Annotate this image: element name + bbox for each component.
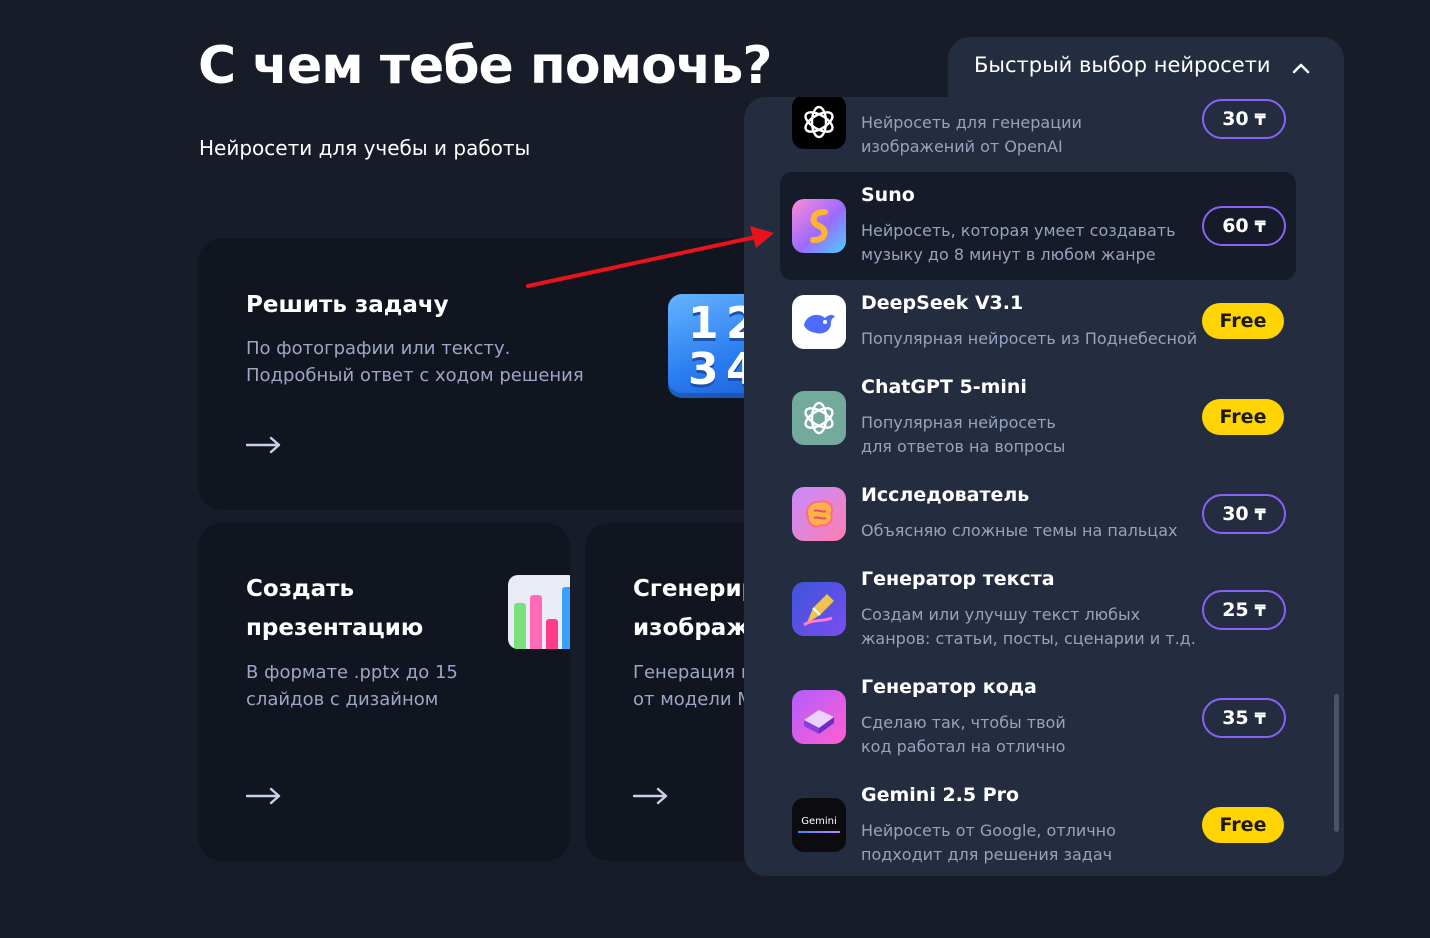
- nn-description: Популярная нейросеть из Поднебесной: [861, 329, 1198, 348]
- nn-name: ChatGPT 5-mini: [861, 376, 1027, 398]
- quick-select-label: Быстрый выбор нейросети: [974, 53, 1271, 77]
- annotation-arrow-icon: [526, 226, 774, 288]
- brain-icon: [792, 487, 846, 541]
- price-badge: 30 ₸: [1202, 494, 1286, 534]
- price-badge: 25 ₸: [1202, 590, 1286, 630]
- presentation-chart-icon: [508, 575, 570, 649]
- nn-description: Нейросеть от Google, отлично подходит дл…: [861, 821, 1116, 864]
- nn-name: DeepSeek V3.1: [861, 292, 1024, 314]
- nn-description: Сделаю так, чтобы твой код работал на от…: [861, 713, 1066, 756]
- pen-icon: [792, 582, 846, 636]
- card-description: По фотографии или тексту. Подробный отве…: [246, 338, 584, 386]
- price-badge: 60 ₸: [1202, 206, 1286, 246]
- gemini-icon: Gemini: [792, 798, 846, 852]
- nn-item-chatgpt-5-mini[interactable]: ChatGPT 5-mini Популярная нейросеть для …: [780, 373, 1296, 469]
- currency-icon: ₸: [1254, 109, 1266, 129]
- nn-description: Нейросеть для генерации изображений от O…: [861, 113, 1082, 156]
- card-description: В формате .pptx до 15 слайдов с дизайном: [246, 662, 458, 710]
- nn-description: Создам или улучшу текст любых жанров: ст…: [861, 605, 1196, 648]
- nn-item-image-generator[interactable]: Нейросеть для генерации изображений от O…: [780, 97, 1296, 167]
- arrow-right-icon[interactable]: [246, 435, 282, 455]
- free-badge: Free: [1202, 399, 1284, 435]
- nn-name: Генератор кода: [861, 676, 1037, 698]
- nn-item-deepseek[interactable]: DeepSeek V3.1 Популярная нейросеть из По…: [780, 287, 1296, 367]
- openai-icon: [792, 97, 846, 149]
- arrow-right-icon[interactable]: [246, 786, 282, 806]
- card-title: Решить задачу: [246, 292, 449, 318]
- card-title: Создать презентацию: [246, 576, 424, 641]
- nn-item-suno[interactable]: Suno Нейросеть, которая умеет создавать …: [780, 172, 1296, 280]
- nn-item-gemini-2-5-pro[interactable]: Gemini Gemini 2.5 Pro Нейросеть от Googl…: [780, 781, 1296, 876]
- currency-icon: ₸: [1254, 504, 1266, 524]
- free-badge: Free: [1202, 303, 1284, 339]
- price-badge: 35 ₸: [1202, 698, 1286, 738]
- currency-icon: ₸: [1254, 708, 1266, 728]
- nn-name: Генератор текста: [861, 568, 1055, 590]
- deepseek-whale-icon: [792, 295, 846, 349]
- scrollbar-thumb[interactable]: [1334, 694, 1339, 832]
- quick-select-panel: Нейросеть для генерации изображений от O…: [744, 97, 1344, 876]
- page-subtitle: Нейросети для учебы и работы: [199, 136, 531, 160]
- nn-item-code-generator[interactable]: Генератор кода Сделаю так, чтобы твой ко…: [780, 673, 1296, 769]
- nn-name: Suno: [861, 184, 915, 206]
- free-badge: Free: [1202, 807, 1284, 843]
- chevron-up-icon[interactable]: [1289, 56, 1313, 80]
- nn-description: Нейросеть, которая умеет создавать музык…: [861, 221, 1176, 264]
- nn-item-researcher[interactable]: Исследователь Объясняю сложные темы на п…: [780, 481, 1296, 561]
- nn-description: Популярная нейросеть для ответов на вопр…: [861, 413, 1066, 456]
- nn-item-text-generator[interactable]: Генератор текста Создам или улучшу текст…: [780, 565, 1296, 661]
- price-badge: 30 ₸: [1202, 99, 1286, 139]
- card-description: Генерация и от модели M: [633, 662, 753, 710]
- nn-name: Исследователь: [861, 484, 1030, 506]
- nn-description: Объясняю сложные темы на пальцах: [861, 521, 1178, 540]
- suno-icon: [792, 199, 846, 253]
- arrow-right-icon[interactable]: [633, 786, 669, 806]
- card-create-presentation[interactable]: Создать презентацию В формате .pptx до 1…: [198, 523, 570, 861]
- currency-icon: ₸: [1254, 216, 1266, 236]
- nn-name: Gemini 2.5 Pro: [861, 784, 1020, 806]
- currency-icon: ₸: [1254, 600, 1266, 620]
- page-title: С чем тебе помочь?: [198, 36, 773, 96]
- code-cube-icon: [792, 690, 846, 744]
- openai-icon: [792, 391, 846, 445]
